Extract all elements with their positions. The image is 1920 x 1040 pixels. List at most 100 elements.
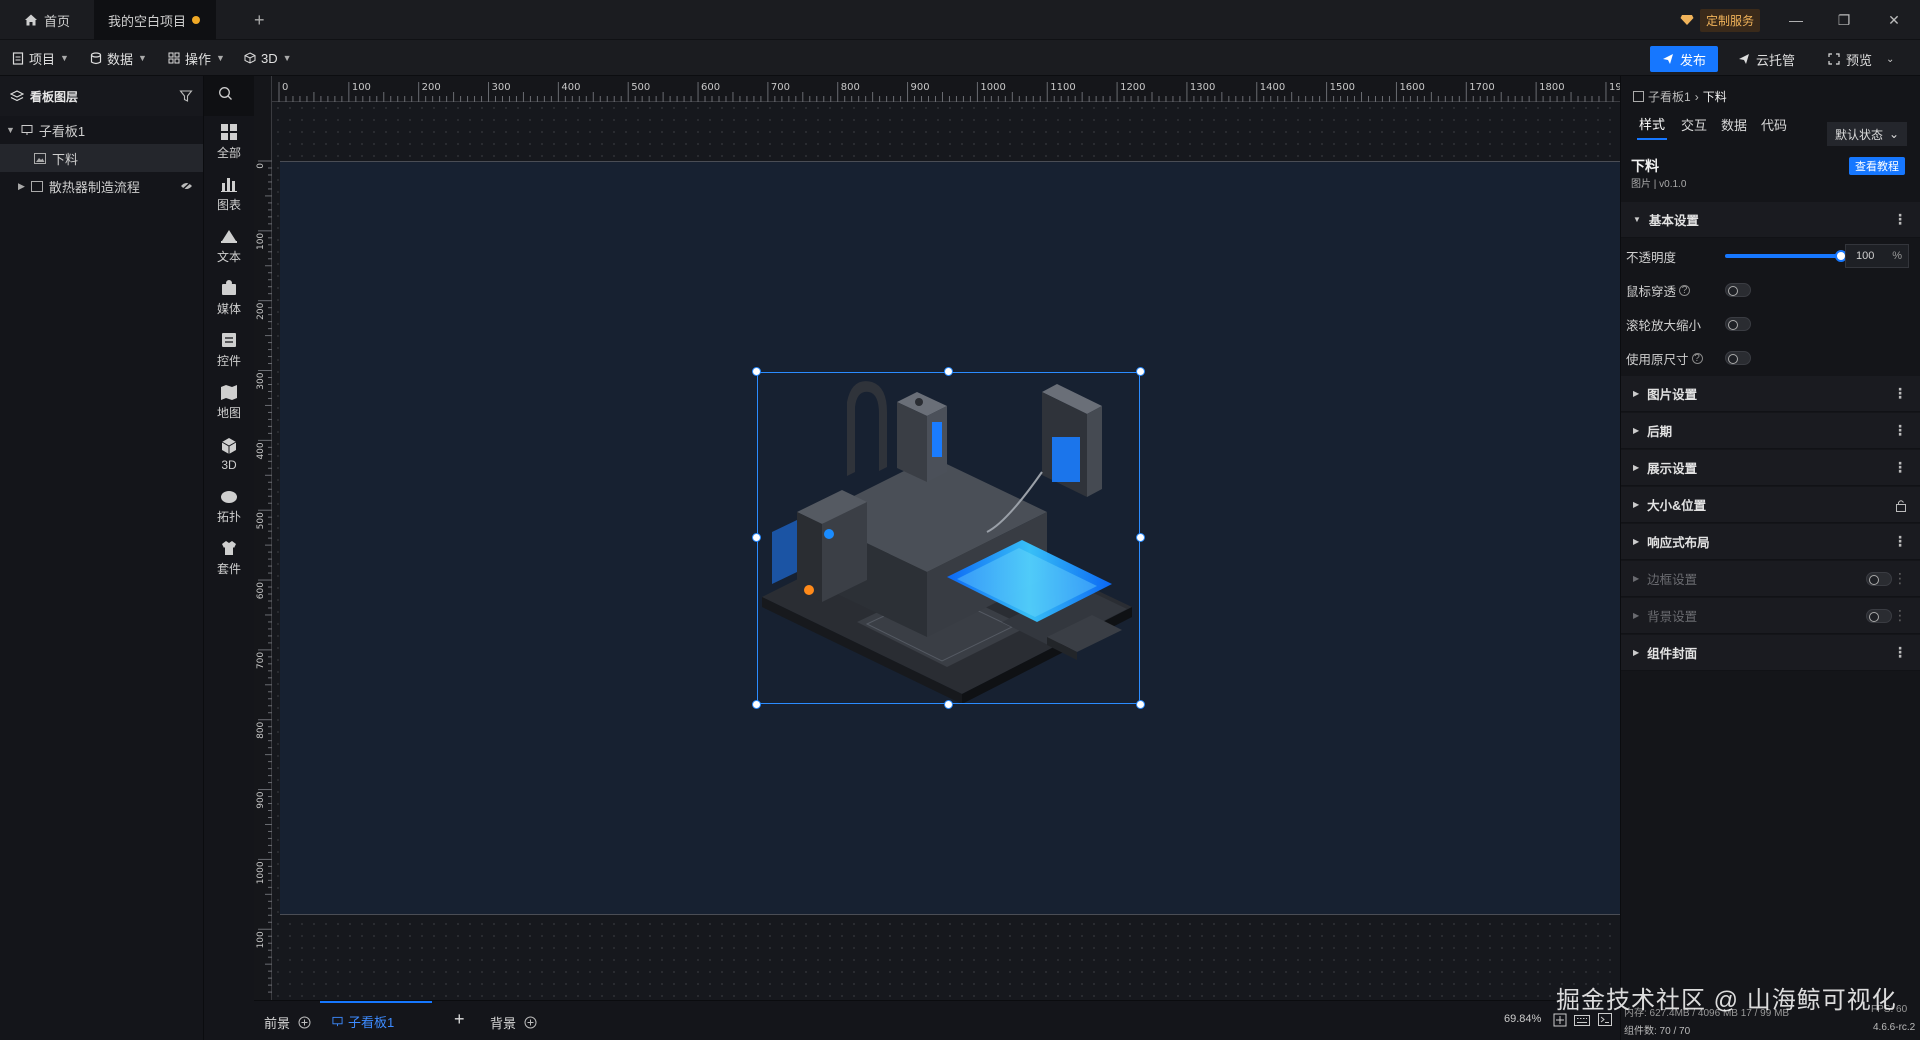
search-icon[interactable] [218, 86, 233, 104]
resize-handle-e[interactable] [1136, 533, 1145, 542]
component-text[interactable]: 文本 [204, 220, 254, 272]
add-board-button[interactable]: + [454, 1009, 465, 1030]
component-label: 全部 [216, 146, 241, 160]
resize-handle-ne[interactable] [1136, 367, 1145, 376]
section-responsive[interactable]: ▶ 响应式布局 ⋮ [1621, 524, 1920, 560]
component-3d[interactable]: 3D [204, 428, 254, 480]
component-topology[interactable]: 拓扑 [204, 480, 254, 532]
help-icon[interactable]: ? [1691, 352, 1703, 364]
image-icon [34, 152, 46, 164]
preview-button[interactable]: 预览 ⌄ [1818, 46, 1904, 72]
add-circle-icon[interactable] [524, 1016, 537, 1029]
component-chart[interactable]: 图表 [204, 168, 254, 220]
section-basic[interactable]: ▼ 基本设置 ⋮ [1621, 202, 1920, 238]
home-tab[interactable]: 首页 [10, 0, 84, 40]
ruler-label: 600 [701, 82, 720, 93]
project-tab[interactable]: 我的空白项目 [94, 0, 216, 40]
ruler-label: 1500 [1330, 82, 1355, 93]
chevron-down-icon: ▼ [216, 53, 225, 63]
more-icon[interactable]: ⋮ [1893, 385, 1907, 402]
add-circle-icon[interactable] [298, 1016, 311, 1029]
ruler-label: 700 [256, 652, 266, 669]
ruler-label: 1100 [1050, 82, 1075, 93]
more-icon[interactable]: ⋮ [1893, 422, 1907, 439]
resize-handle-w[interactable] [752, 533, 761, 542]
section-image-settings[interactable]: ▶ 图片设置 ⋮ [1621, 376, 1920, 412]
tutorial-button[interactable]: 查看教程 [1849, 157, 1905, 175]
board-tab[interactable]: 子看板1 [320, 1001, 432, 1039]
background-toggle[interactable] [1866, 609, 1892, 623]
minimize-button[interactable]: — [1774, 0, 1818, 40]
more-icon[interactable]: ⋮ [1893, 607, 1907, 624]
keyboard-icon[interactable] [1574, 1014, 1590, 1029]
layer-item-image[interactable]: 下料 [0, 144, 203, 172]
section-cover[interactable]: ▶ 组件封面 ⋮ [1621, 635, 1920, 671]
section-post[interactable]: ▶ 后期 ⋮ [1621, 413, 1920, 449]
tab-code[interactable]: 代码 [1761, 115, 1787, 134]
zoom-level[interactable]: 69.84% [1504, 1013, 1541, 1025]
preview-label: 预览 [1846, 52, 1873, 68]
custom-service-button[interactable]: 定制服务 [1680, 8, 1761, 32]
component-label: 拓扑 [216, 510, 241, 524]
component-media[interactable]: 媒体 [204, 272, 254, 324]
ruler-label: 1700 [1469, 82, 1494, 93]
component-control[interactable]: 控件 [204, 324, 254, 376]
breadcrumb-item[interactable]: 子看板1 [1648, 88, 1691, 105]
more-icon[interactable]: ⋮ [1893, 533, 1907, 550]
selection-box[interactable] [757, 372, 1140, 704]
vertical-ruler-ticks: 0 100 200 300 400 500 600 700 800 900 1000 100 [256, 160, 272, 993]
resize-handle-nw[interactable] [752, 367, 761, 376]
layer-item-group[interactable]: ▶ 散热器制造流程 [0, 172, 203, 200]
opacity-input[interactable]: 100 % [1845, 244, 1909, 268]
send-icon [1739, 54, 1749, 64]
tab-style[interactable]: 样式 [1637, 109, 1668, 140]
resize-handle-sw[interactable] [752, 700, 761, 709]
layer-item-board[interactable]: ▼ 子看板1 [0, 116, 203, 144]
resize-handle-n[interactable] [944, 367, 953, 376]
original-size-toggle[interactable] [1725, 351, 1751, 365]
ruler-label: 900 [256, 791, 266, 808]
menu-3d[interactable]: 3D ▼ [244, 40, 292, 76]
cloud-host-button[interactable]: 云托管 [1728, 46, 1805, 72]
section-display[interactable]: ▶ 展示设置 ⋮ [1621, 450, 1920, 486]
filter-icon[interactable] [179, 89, 193, 103]
console-icon[interactable] [1598, 1013, 1612, 1029]
chevron-down-icon: ⌄ [1888, 127, 1899, 141]
component-map[interactable]: 地图 [204, 376, 254, 428]
add-tab-button[interactable]: + [240, 0, 279, 40]
more-icon[interactable]: ⋮ [1893, 211, 1907, 228]
resize-handle-s[interactable] [944, 700, 953, 709]
foreground-tab[interactable]: 前景 [264, 1013, 311, 1032]
resize-handle-se[interactable] [1136, 700, 1145, 709]
section-background[interactable]: ▶ 背景设置 ⋮ [1621, 598, 1920, 634]
menu-project[interactable]: 项目 ▼ [12, 40, 69, 76]
border-toggle[interactable] [1866, 572, 1892, 586]
fit-screen-icon[interactable] [1553, 1013, 1567, 1030]
mouse-through-toggle[interactable] [1725, 283, 1751, 297]
more-icon[interactable]: ⋮ [1893, 459, 1907, 476]
wheel-zoom-toggle[interactable] [1725, 317, 1751, 331]
opacity-slider[interactable] [1725, 250, 1847, 262]
section-size-position[interactable]: ▶ 大小&位置 [1621, 487, 1920, 523]
tab-data[interactable]: 数据 [1721, 115, 1747, 134]
menu-data[interactable]: 数据 ▼ [90, 40, 147, 76]
chevron-down-icon: ▼ [138, 53, 147, 63]
publish-button[interactable]: 发布 [1650, 46, 1719, 72]
help-icon[interactable]: ? [1679, 284, 1691, 296]
background-tab[interactable]: 背景 [490, 1013, 537, 1032]
more-icon[interactable]: ⋮ [1893, 644, 1907, 661]
section-border[interactable]: ▶ 边框设置 ⋮ [1621, 561, 1920, 597]
breadcrumb-item: 下料 [1702, 90, 1727, 104]
restore-icon: ❐ [1837, 11, 1851, 28]
eye-hidden-icon[interactable] [180, 181, 193, 191]
more-icon[interactable]: ⋮ [1893, 570, 1907, 587]
menu-operation[interactable]: 操作 ▼ [168, 40, 225, 76]
tab-interaction[interactable]: 交互 [1681, 115, 1707, 134]
wheel-zoom-label: 滚轮放大缩小 [1626, 318, 1702, 333]
lock-icon[interactable] [1895, 499, 1907, 512]
restore-button[interactable]: ❐ [1822, 0, 1866, 40]
component-all[interactable]: 全部 [204, 116, 254, 168]
component-suite[interactable]: 套件 [204, 532, 254, 584]
close-button[interactable]: ✕ [1872, 0, 1916, 40]
state-select[interactable]: 默认状态 ⌄ [1827, 122, 1907, 146]
